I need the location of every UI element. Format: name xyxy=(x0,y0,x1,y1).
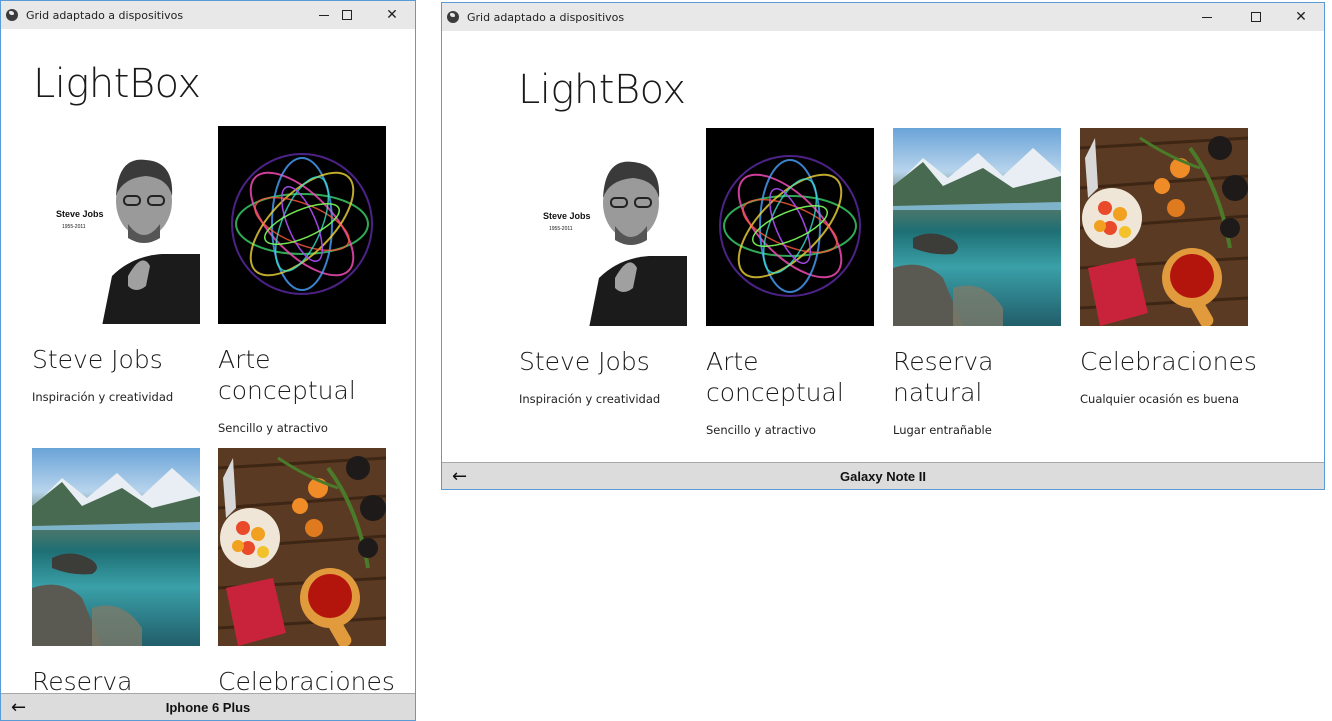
globe-icon xyxy=(447,11,459,23)
tile-subtitle: Cualquier ocasión es buena xyxy=(1080,392,1240,406)
celebraciones-image xyxy=(1080,128,1248,326)
tile-subtitle: Inspiración y creatividad xyxy=(519,392,661,406)
tile-title: Reserva natural xyxy=(893,347,994,407)
maximize-icon xyxy=(342,10,352,20)
close-button[interactable]: ✕ xyxy=(369,1,415,29)
tablet-window: Grid adaptado a dispositivos ✕ LightBox … xyxy=(441,2,1325,490)
tablet-titlebar[interactable]: Grid adaptado a dispositivos ✕ xyxy=(442,3,1324,31)
maximize-icon xyxy=(1251,12,1261,22)
device-label: Galaxy Note II xyxy=(840,469,926,484)
steve-jobs-image: Steve Jobs 1955-2011 xyxy=(519,128,687,326)
tablet-content: LightBox Steve Jobs 1955-2011 Steve Jobs… xyxy=(442,31,1324,463)
app-heading: LightBox xyxy=(33,61,201,107)
minimize-icon xyxy=(1202,16,1212,18)
tile-subtitle: Sencillo y atractivo xyxy=(706,423,816,437)
maximize-button[interactable] xyxy=(1233,3,1279,31)
tile-title: Arte conceptual xyxy=(218,345,356,405)
image-caption: Steve Jobs xyxy=(543,211,591,221)
steve-jobs-image: Steve Jobs 1955-2011 xyxy=(32,126,200,324)
phone-device-bar: ← Iphone 6 Plus xyxy=(1,693,415,720)
window-title: Grid adaptado a dispositivos xyxy=(467,11,625,24)
arte-conceptual-image xyxy=(218,126,386,324)
image-caption-years: 1955-2011 xyxy=(549,226,573,232)
close-button[interactable]: ✕ xyxy=(1278,3,1324,31)
minimize-button[interactable] xyxy=(1184,3,1230,31)
grid-tile-reserva-natural[interactable]: Reserva xyxy=(32,448,200,694)
grid-tile-steve-jobs[interactable]: Steve Jobs 1955-2011 Steve Jobs Inspirac… xyxy=(32,126,200,426)
window-title: Grid adaptado a dispositivos xyxy=(26,9,184,22)
phone-window: Grid adaptado a dispositivos ✕ LightBox … xyxy=(0,0,416,721)
phone-titlebar[interactable]: Grid adaptado a dispositivos ✕ xyxy=(1,1,415,29)
grid-tile-celebraciones[interactable]: Celebraciones Cualquier ocasión es buena xyxy=(1080,128,1280,428)
tile-title: Reserva xyxy=(32,667,133,694)
tile-title: Steve Jobs xyxy=(519,347,650,376)
tile-subtitle: Inspiración y creatividad xyxy=(32,390,174,404)
image-caption-years: 1955-2011 xyxy=(62,224,86,230)
tile-title: Celebraciones xyxy=(218,667,395,694)
tile-title: Arte conceptual xyxy=(706,347,844,407)
app-heading: LightBox xyxy=(518,67,686,113)
grid-tile-arte-conceptual[interactable]: Arte conceptual Sencillo y atractivo xyxy=(218,126,386,436)
tile-subtitle: Sencillo y atractivo xyxy=(218,421,328,435)
grid-tile-arte-conceptual[interactable]: Arte conceptual Sencillo y atractivo xyxy=(706,128,878,438)
tablet-device-bar: ← Galaxy Note II xyxy=(442,462,1324,489)
grid-tile-steve-jobs[interactable]: Steve Jobs 1955-2011 Steve Jobs Inspirac… xyxy=(519,128,691,428)
arte-conceptual-image xyxy=(706,128,874,326)
maximize-button[interactable] xyxy=(324,1,370,29)
phone-content: LightBox Steve Jobs 1955-2011 Steve Jobs… xyxy=(1,29,415,694)
tile-title: Steve Jobs xyxy=(32,345,163,374)
grid-tile-reserva-natural[interactable]: Reserva natural Lugar entrañable xyxy=(893,128,1065,438)
reserva-natural-image xyxy=(893,128,1061,326)
globe-icon xyxy=(6,9,18,21)
tile-subtitle: Lugar entrañable xyxy=(893,423,992,437)
tile-title: Celebraciones xyxy=(1080,347,1257,376)
device-label: Iphone 6 Plus xyxy=(165,700,251,715)
grid-tile-celebraciones[interactable]: Celebraciones xyxy=(218,448,398,694)
image-caption: Steve Jobs xyxy=(56,209,104,219)
celebraciones-image xyxy=(218,448,386,646)
reserva-natural-image xyxy=(32,448,200,646)
